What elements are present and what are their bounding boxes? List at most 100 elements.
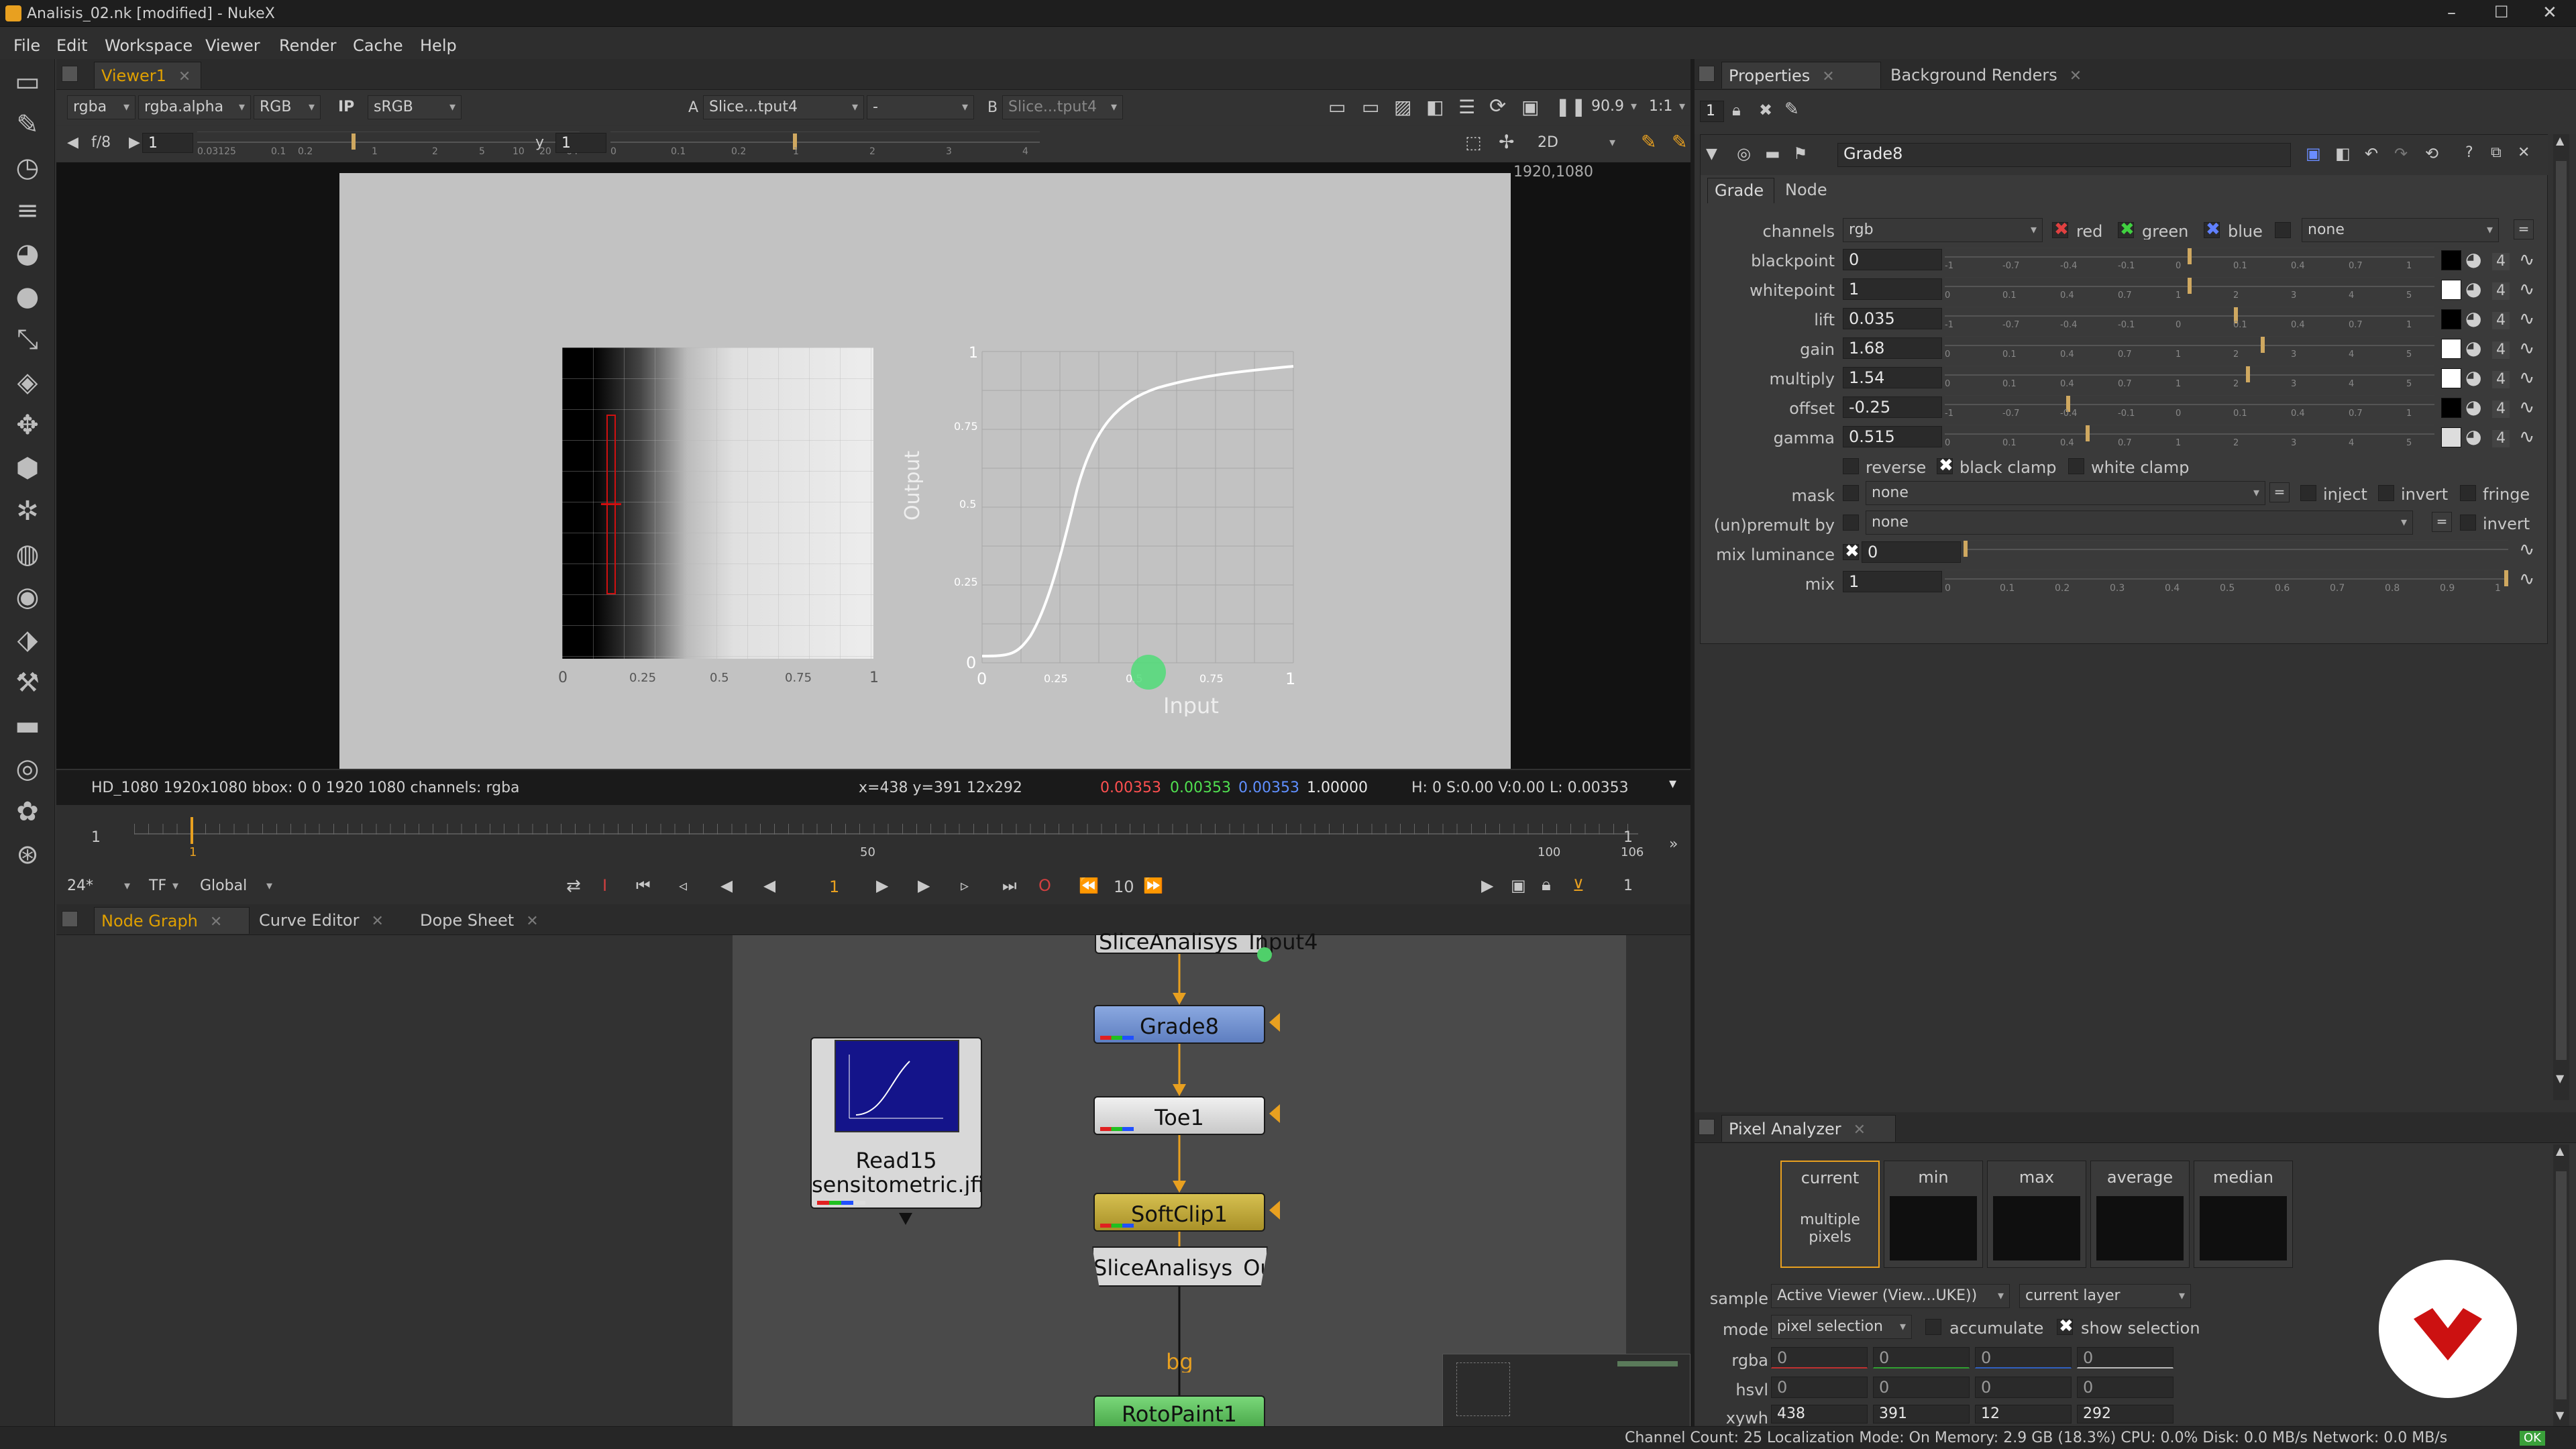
proxy-ratio-dropdown[interactable]: 1:1	[1644, 95, 1690, 119]
color-wheel-icon[interactable]: ◕	[2465, 250, 2481, 269]
channel-set-dropdown[interactable]: rgba	[67, 95, 136, 119]
mix-slider[interactable]: 0 0.1 0.2 0.3 0.4 0.5 0.6 0.7 0.8 0.9 1	[1945, 570, 2508, 596]
time-tool-icon[interactable]: ◷	[7, 150, 48, 185]
gain-slider[interactable]: 0.03125 0.1 0.2 1 2 5 10 20 64	[197, 131, 580, 156]
input-a-dropdown[interactable]: Slice...tput4	[703, 95, 864, 119]
menu-cache[interactable]: Cache	[353, 36, 403, 55]
alpha-checkbox[interactable]	[2275, 222, 2291, 238]
hsvl-l-field[interactable]: 0	[2077, 1377, 2174, 1398]
loop-icon[interactable]: ⇄	[566, 877, 581, 895]
transform-tool-icon[interactable]: ✥	[7, 408, 48, 443]
mask-checkbox[interactable]	[1843, 485, 1859, 501]
rotopaint1-node[interactable]: RotoPaint1	[1093, 1395, 1265, 1429]
mask-invert-checkbox[interactable]	[2378, 485, 2394, 501]
wipe-icon[interactable]: ◧	[1426, 98, 1444, 117]
first-frame-icon[interactable]: ⏮	[636, 877, 651, 894]
maximize-icon[interactable]: ☐	[2494, 4, 2509, 20]
tab-node-graph[interactable]: Node Graph ✕	[94, 907, 250, 934]
knob-value-field[interactable]: 0	[1843, 249, 1942, 270]
node-help-icon[interactable]: ⚑	[1793, 146, 1808, 162]
flipbook-icon[interactable]: ▶	[1481, 877, 1493, 894]
step-back-icon[interactable]: ⏪	[1079, 877, 1099, 894]
last-frame-icon[interactable]: ⏭	[1002, 877, 1017, 894]
rgba-a-field[interactable]: 0	[2077, 1347, 2174, 1368]
knob-slider-handle[interactable]	[2086, 425, 2090, 441]
gain-field[interactable]: 1	[142, 133, 193, 153]
pause-icon[interactable]: ❚❚	[1555, 98, 1587, 117]
panel-menu-icon-2[interactable]	[62, 911, 78, 927]
knob-slider[interactable]: -1 -0.7 -0.4 -0.1 0 0.1 0.4 0.7 1	[1945, 248, 2434, 274]
tab-curve-editor[interactable]: Curve Editor ✕	[252, 907, 411, 934]
panel-menu-icon-3[interactable]	[1699, 66, 1715, 82]
prev-keyframe-icon[interactable]: ◃	[679, 877, 687, 894]
close-window-icon[interactable]: ✕	[2542, 4, 2557, 21]
fringe-checkbox[interactable]	[2460, 485, 2476, 501]
knob-slider-handle[interactable]	[2246, 366, 2250, 382]
scope-dropdown[interactable]: Global	[195, 875, 278, 899]
output-node[interactable]: SliceAnalisys_Output4	[1092, 1246, 1268, 1287]
lut-dropdown[interactable]: sRGB	[368, 95, 462, 119]
ocula-tool-icon[interactable]: ✿	[7, 794, 48, 829]
mix-slider-knob[interactable]	[2504, 570, 2508, 586]
properties-scrollbar[interactable]: ▲ ▼	[2553, 134, 2569, 1100]
white-clamp-checkbox[interactable]	[2068, 458, 2084, 474]
xywh-h-field[interactable]: 292	[2077, 1405, 2174, 1424]
timeline-expand-icon[interactable]: »	[1669, 837, 1678, 852]
knob-color-swatch[interactable]	[2441, 339, 2461, 359]
keyer-tool-icon[interactable]: ⤡	[7, 322, 48, 357]
merge-tool-icon[interactable]: ◈	[7, 365, 48, 400]
color-wheel-icon[interactable]: ◕	[2465, 339, 2481, 358]
xywh-x-field[interactable]: 438	[1771, 1405, 1868, 1424]
render-icon[interactable]: ▣	[1511, 877, 1526, 894]
knob-slider[interactable]: -1 -0.7 -0.4 -0.1 0 0.1 0.4 0.7 1	[1945, 395, 2434, 422]
views-tool-icon[interactable]: ◉	[7, 580, 48, 614]
layer-dropdown[interactable]: current layer	[2019, 1284, 2191, 1308]
knob-value-field[interactable]: 1	[1843, 278, 1942, 300]
knob-value-field[interactable]: 0.515	[1843, 426, 1942, 447]
gamma-field[interactable]: 1	[555, 133, 606, 153]
zebra-icon[interactable]: ▨	[1394, 98, 1411, 117]
knob-slider[interactable]: 0 0.1 0.4 0.7 1 2 3 4 5	[1945, 366, 2434, 392]
transform-handle-icon[interactable]: ✢	[1499, 133, 1514, 152]
filter-tool-icon[interactable]: ●	[7, 279, 48, 314]
menu-help[interactable]: Help	[420, 36, 457, 55]
safe-area-icon[interactable]: ▭	[1362, 98, 1379, 117]
clear-panels-icon[interactable]: ✖	[1759, 102, 1772, 118]
viewer-canvas[interactable]: 1920,1080 0 0.25 0.5 0.75 1 1 0.75 0.5 0…	[56, 162, 1690, 769]
compare-mode-dropdown[interactable]: -	[867, 95, 974, 119]
display-channel-dropdown[interactable]: RGB	[254, 95, 321, 119]
premult-checkbox[interactable]	[1843, 515, 1859, 531]
subtab-node[interactable]: Node	[1778, 178, 1845, 203]
in-point-icon[interactable]: I	[602, 877, 607, 894]
out-frame-field[interactable]: 1	[1623, 879, 1633, 894]
mix-field[interactable]: 1	[1843, 571, 1942, 592]
knob-color-swatch[interactable]	[2441, 368, 2461, 388]
mixlum-curve-icon[interactable]: ∿	[2519, 540, 2534, 559]
deep-tool-icon[interactable]: ◍	[7, 537, 48, 572]
node-color-icon[interactable]: ▬	[1765, 146, 1780, 162]
mask-link-button[interactable]: =	[2269, 482, 2290, 502]
other-tool-icon[interactable]: ▬	[7, 708, 48, 743]
mixlum-slider-knob[interactable]	[1964, 541, 1968, 557]
knob-value-field[interactable]: 1.68	[1843, 337, 1942, 359]
premult-invert-checkbox[interactable]	[2460, 515, 2476, 531]
fps-dropdown[interactable]: 24*	[62, 875, 136, 899]
gain-slider-knob[interactable]	[352, 133, 356, 150]
rgba-g-field[interactable]: 0	[1873, 1347, 1970, 1368]
toe1-node[interactable]: Toe1	[1093, 1096, 1265, 1135]
animation-curve-icon[interactable]: ∿	[2519, 339, 2534, 358]
prev-frame-icon[interactable]: ◀	[720, 877, 733, 894]
zoom-dropdown[interactable]: 90.9	[1586, 95, 1642, 119]
animation-curve-icon[interactable]: ∿	[2519, 280, 2534, 299]
tab-background-renders[interactable]: Background Renders ✕	[1884, 62, 2105, 89]
animation-curve-icon[interactable]: ∿	[2519, 309, 2534, 328]
3d-tool-icon[interactable]: ⬢	[7, 451, 48, 486]
color-wheel-icon[interactable]: ◕	[2465, 398, 2481, 417]
out-point-icon[interactable]: O	[1038, 877, 1051, 894]
channels-dropdown[interactable]: rgb	[1843, 218, 2043, 242]
extra-channel-dropdown[interactable]: none	[2302, 218, 2499, 242]
average-box[interactable]: average	[2090, 1161, 2190, 1268]
next-keyframe-icon[interactable]: ▹	[961, 877, 969, 894]
frame-step-field[interactable]: 10	[1114, 879, 1134, 895]
node-name-field[interactable]: Grade8	[1837, 143, 2291, 167]
